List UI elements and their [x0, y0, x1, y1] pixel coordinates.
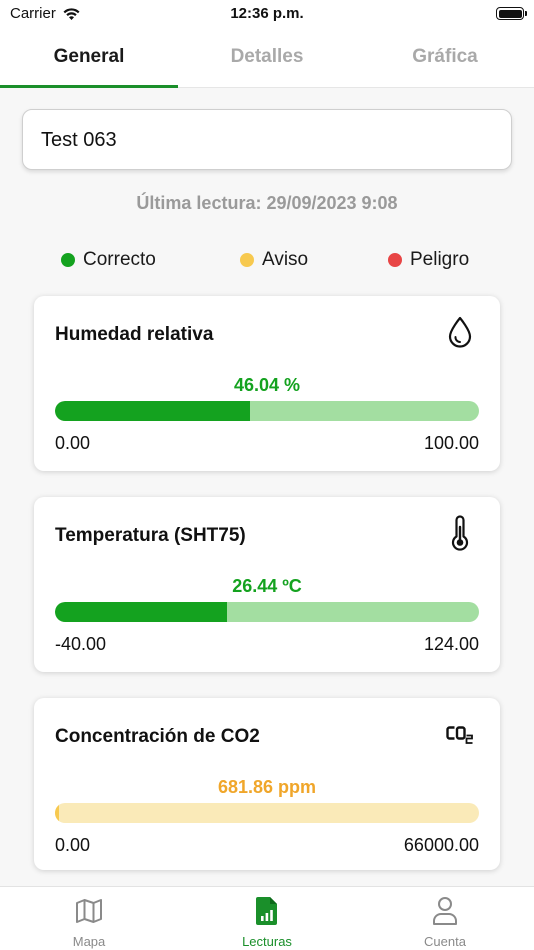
legend-item-correcto: Correcto: [61, 249, 156, 271]
legend-label-peligro: Peligro: [410, 249, 470, 270]
legend-dot-aviso: [240, 253, 254, 267]
sensor-progress-track: [55, 803, 479, 823]
legend-dot-peligro: [388, 253, 402, 267]
map-icon: [74, 895, 104, 927]
nav-label-lecturas: Lecturas: [242, 934, 292, 949]
bottom-nav: Mapa Lecturas Cuenta: [0, 886, 534, 950]
sensor-card-title: Humedad relativa: [55, 324, 214, 345]
nav-label-cuenta: Cuenta: [424, 934, 466, 949]
sensor-card-temperature[interactable]: Temperatura (SHT75) 26.44 ºC -40.00 124.…: [34, 497, 500, 672]
status-legend: Correcto Aviso Peligro: [0, 249, 534, 273]
nav-item-mapa[interactable]: Mapa: [0, 887, 178, 950]
sensor-value: 26.44 ºC: [232, 576, 302, 596]
range-min-label: 0.00: [55, 433, 91, 453]
legend-label-aviso: Aviso: [262, 249, 309, 270]
range-min-label: -40.00: [55, 634, 107, 654]
sensor-card-humidity[interactable]: Humedad relativa 46.04 % 0.00 100.00: [34, 296, 500, 471]
tab-detalles[interactable]: Detalles: [178, 30, 356, 87]
sensor-progress-fill: [55, 803, 60, 823]
sensor-card-title: Temperatura (SHT75): [55, 525, 246, 546]
sensor-progress-track: [55, 401, 479, 421]
range-max-label: 66000.00: [403, 835, 479, 855]
range-max-label: 100.00: [423, 433, 479, 453]
last-reading-text: Última lectura: 29/09/2023 9:08: [136, 193, 398, 213]
sensor-progress-fill: [55, 602, 227, 622]
device-selector[interactable]: Test 063: [22, 109, 512, 170]
sensor-progress-fill: [55, 401, 251, 421]
legend-item-aviso: Aviso: [240, 249, 308, 271]
sensor-value: 681.86 ppm: [217, 777, 317, 797]
legend-item-peligro: Peligro: [388, 249, 469, 271]
battery-icon: [496, 7, 527, 20]
range-max-label: 124.00: [423, 634, 479, 654]
sensor-card-title: Concentración de CO2: [55, 726, 260, 747]
status-bar: Carrier 12:36 p.m.: [0, 0, 534, 30]
readings-document-icon: [252, 895, 282, 927]
tab-grafica[interactable]: Gráfica: [356, 30, 534, 87]
sensor-value: 46.04 %: [233, 375, 301, 395]
tab-bar: General Detalles Gráfica: [0, 30, 534, 88]
legend-dot-correcto: [61, 253, 75, 267]
co2-icon: [442, 716, 478, 752]
legend-label-correcto: Correcto: [83, 249, 156, 270]
nav-item-cuenta[interactable]: Cuenta: [356, 887, 534, 950]
sensor-card-co2[interactable]: Concentración de CO2 681.86 ppm 0.00 660…: [34, 698, 500, 870]
status-time: 12:36 p.m.: [230, 5, 304, 22]
water-drop-icon: [442, 314, 478, 350]
user-icon: [430, 895, 460, 927]
sensor-progress-track: [55, 602, 479, 622]
thermometer-icon: [442, 515, 478, 551]
tab-general[interactable]: General: [0, 30, 178, 88]
nav-item-lecturas[interactable]: Lecturas: [178, 887, 356, 950]
range-min-label: 0.00: [55, 835, 91, 855]
nav-label-mapa: Mapa: [72, 934, 106, 949]
